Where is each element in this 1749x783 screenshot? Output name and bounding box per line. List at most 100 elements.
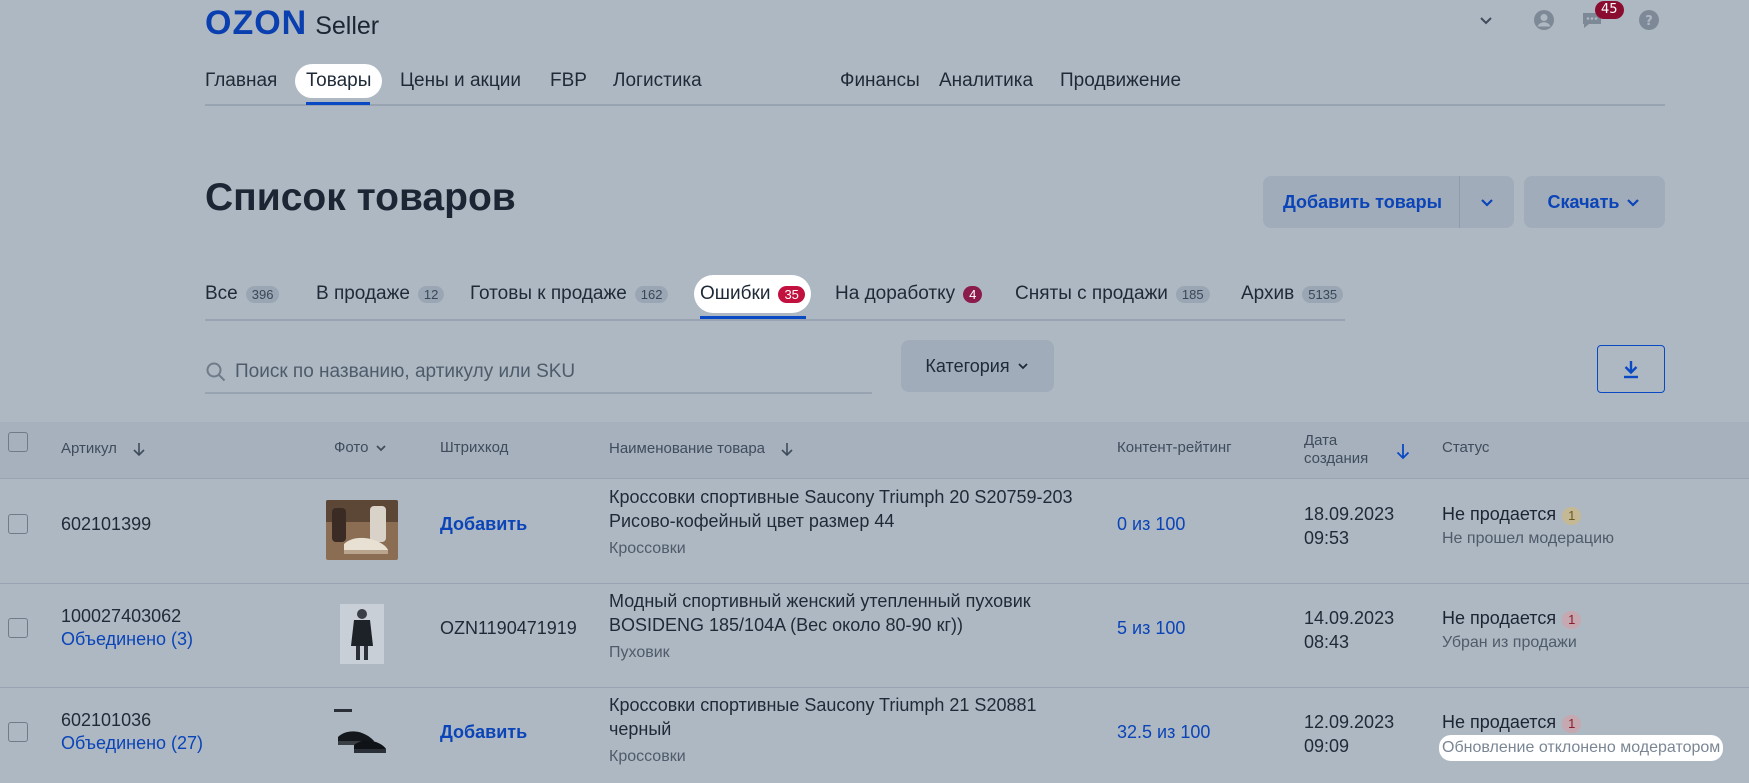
tab-count: 396 — [245, 285, 280, 303]
logo-seller-text: Seller — [315, 12, 380, 40]
category-filter-label: Категория — [925, 355, 1010, 376]
category-filter-button[interactable]: Категория — [901, 340, 1054, 392]
created-date-cell: 12.09.2023 09:09 — [1304, 710, 1394, 758]
chat-badge: 45 — [1595, 1, 1624, 19]
search-icon — [206, 362, 226, 382]
help-icon[interactable]: ? — [1637, 8, 1661, 32]
tab-errors[interactable]: Ошибки 35 — [694, 275, 811, 313]
search-input[interactable]: Поиск по названию, артикулу или SKU — [235, 361, 575, 383]
tab-needs-revision[interactable]: На доработку 4 — [829, 275, 988, 313]
product-name-link[interactable]: Кроссовки спортивные Saucony Triumph 20 … — [609, 487, 1073, 531]
nav-item-finance[interactable]: Финансы — [829, 64, 931, 98]
black-sneakers-photo-image — [332, 707, 392, 761]
status-error-count[interactable]: 1 — [1562, 611, 1582, 629]
tab-label: Все — [205, 283, 238, 304]
product-category: Кроссовки — [609, 540, 686, 557]
created-time: 08:43 — [1304, 632, 1350, 652]
row-checkbox[interactable] — [8, 618, 28, 638]
status-text: Не продается — [1442, 712, 1557, 732]
column-photo[interactable]: Фото — [334, 439, 388, 456]
created-date: 18.09.2023 — [1304, 504, 1395, 524]
add-barcode-link[interactable]: Добавить — [440, 514, 527, 535]
column-name-label: Наименование товара — [609, 440, 766, 457]
tab-label: Готовы к продаже — [470, 283, 627, 304]
product-name-link[interactable]: Модный спортивный женский утепленный пух… — [609, 591, 1031, 635]
status-cell: Не продается 1 Не прошел модерацию — [1442, 502, 1614, 551]
article-cell: 602101399 — [61, 514, 151, 535]
column-barcode-label: Штрихкод — [440, 439, 509, 456]
row-checkbox[interactable] — [8, 722, 28, 742]
article-cell: 602101036 Объединено (27) — [61, 710, 203, 754]
merged-link[interactable]: Объединено (27) — [61, 733, 203, 754]
column-date-label-2: создания — [1304, 450, 1369, 467]
tab-archive[interactable]: Архив 5135 — [1235, 275, 1349, 313]
created-date: 12.09.2023 — [1304, 712, 1395, 732]
add-products-dropdown-button[interactable] — [1460, 194, 1514, 210]
sort-arrow-active-icon[interactable] — [1394, 442, 1412, 460]
ozon-seller-logo[interactable]: OZON Seller — [205, 4, 379, 43]
tab-on-sale[interactable]: В продаже 12 — [310, 275, 450, 313]
content-rating-link[interactable]: 0 из 100 — [1117, 514, 1185, 535]
profile-icon[interactable] — [1532, 8, 1556, 32]
nav-item-promotion[interactable]: Продвижение — [1049, 64, 1192, 98]
nav-item-prices[interactable]: Цены и акции — [389, 64, 532, 98]
product-name-cell: Кроссовки спортивные Saucony Triumph 20 … — [609, 485, 1089, 561]
product-name-cell: Кроссовки спортивные Saucony Triumph 21 … — [609, 693, 1089, 769]
nav-item-home[interactable]: Главная — [194, 64, 288, 98]
tab-removed-from-sale[interactable]: Сняты с продажи 185 — [1009, 275, 1216, 313]
created-date-cell: 14.09.2023 08:43 — [1304, 606, 1394, 654]
select-all-checkbox[interactable] — [8, 432, 28, 452]
nav-item-fbp[interactable]: FBP — [539, 64, 598, 98]
status-tabs: Все 396 В продаже 12 Готовы к продаже 162 О… — [205, 275, 1345, 321]
add-barcode-link[interactable]: Добавить — [440, 722, 527, 743]
table-row[interactable]: 602101036 Объединено (27) Добавить Кросс… — [0, 688, 1749, 783]
product-name-cell: Модный спортивный женский утепленный пух… — [609, 589, 1089, 665]
tab-all[interactable]: Все 396 — [199, 275, 285, 313]
nav-item-analytics[interactable]: Аналитика — [928, 64, 1044, 98]
product-photo[interactable] — [320, 600, 404, 668]
article-number: 602101399 — [61, 514, 152, 534]
content-rating-link[interactable]: 32.5 из 100 — [1117, 722, 1210, 743]
tab-count: 35 — [778, 285, 805, 303]
status-error-count[interactable]: 1 — [1562, 507, 1582, 525]
product-photo[interactable] — [320, 700, 404, 768]
merged-link[interactable]: Объединено (3) — [61, 629, 193, 650]
product-photo[interactable] — [320, 496, 404, 564]
logo-ozon-text: OZON — [205, 4, 308, 42]
tab-ready-for-sale[interactable]: Готовы к продаже 162 — [464, 275, 674, 313]
sort-arrow-icon — [781, 442, 793, 456]
column-name[interactable]: Наименование товара — [609, 440, 795, 457]
tab-count: 185 — [1175, 285, 1210, 303]
row-checkbox[interactable] — [8, 514, 28, 534]
article-number: 602101036 — [61, 710, 152, 730]
add-products-button[interactable]: Добавить товары — [1263, 192, 1459, 213]
tab-count: 4 — [963, 285, 983, 303]
table-row[interactable]: 602101399 Добавить Кроссовки спортивные … — [0, 480, 1749, 584]
column-article-label: Артикул — [61, 440, 117, 457]
column-rating: Контент-рейтинг — [1117, 439, 1232, 456]
tab-label: На доработку — [835, 283, 956, 304]
export-button[interactable] — [1597, 345, 1665, 393]
status-reason: Не прошел модерацию — [1442, 530, 1615, 547]
column-date-label-1: Дата — [1304, 432, 1338, 449]
column-date[interactable]: Дата создания — [1304, 432, 1368, 468]
nav-item-logistics[interactable]: Логистика — [602, 64, 713, 98]
status-cell: Не продается 1 Обновление отклонено модер… — [1439, 710, 1749, 761]
nav-active-indicator — [306, 102, 370, 105]
column-article[interactable]: Артикул — [61, 440, 147, 457]
table-row[interactable]: 100027403062 Объединено (3) OZN119047191… — [0, 584, 1749, 688]
search-field[interactable]: Поиск по названию, артикулу или SKU — [205, 352, 872, 394]
product-name-link[interactable]: Кроссовки спортивные Saucony Triumph 21 … — [609, 695, 1037, 739]
chevron-down-icon[interactable] — [1474, 8, 1498, 32]
created-time: 09:53 — [1304, 528, 1350, 548]
created-date-cell: 18.09.2023 09:53 — [1304, 502, 1394, 550]
table-header: Артикул Фото Штрихкод Наименование товар… — [0, 422, 1749, 479]
content-rating-link[interactable]: 5 из 100 — [1117, 618, 1185, 639]
chevron-down-icon — [1017, 363, 1028, 370]
nav-item-products[interactable]: Товары — [295, 64, 383, 98]
status-error-count[interactable]: 1 — [1562, 715, 1582, 733]
seller-page: OZON Seller 45 ? Главная Товары Цены и а… — [0, 0, 1749, 783]
download-dropdown-button[interactable]: Скачать — [1524, 176, 1665, 228]
chevron-down-icon — [376, 444, 387, 451]
page-title: Список товаров — [205, 176, 516, 219]
